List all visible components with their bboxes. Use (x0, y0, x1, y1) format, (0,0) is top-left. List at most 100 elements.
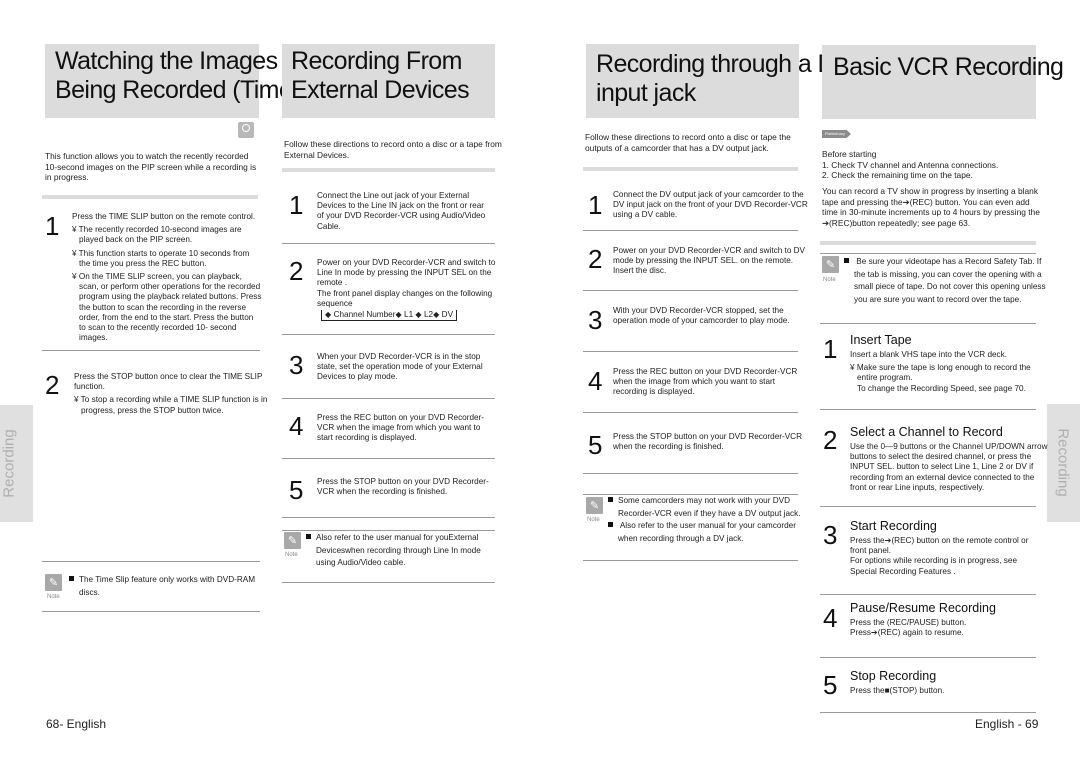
divider (583, 230, 798, 231)
divider (282, 530, 495, 531)
step-instruction: With your DVD Recorder-VCR stopped, set … (613, 306, 790, 326)
note-item: The Time Slip feature only works with DV… (69, 574, 264, 599)
note-item: Also refer to the user manual for your c… (608, 520, 813, 545)
step-number: 1 (45, 211, 60, 241)
step-number: 4 (588, 366, 603, 396)
divider (282, 334, 495, 335)
note-pencil-icon: ✎ (822, 256, 839, 273)
step-bullet: ¥ Make sure the tape is long enough to r… (850, 363, 1031, 383)
step-instruction: Press the TIME SLIP button on the remote… (72, 212, 256, 221)
step-number: 2 (45, 370, 60, 400)
divider (282, 168, 495, 172)
step-number: 2 (289, 256, 304, 286)
divider (820, 409, 1036, 410)
step-number: 1 (289, 190, 304, 220)
step-text: Press the REC button on your DVD Recorde… (613, 367, 811, 401)
step-text: When your DVD Recorder-VCR is in the sto… (317, 352, 497, 386)
step-text: Press the REC button on your DVD Recorde… (317, 413, 497, 447)
note-label: Note (587, 517, 600, 523)
step-line: Press the (REC/PAUSE) button. (850, 618, 967, 627)
before-line: Before starting (822, 149, 877, 159)
step-text: Stop Recording Press the■(STOP) button. (850, 669, 1045, 699)
bullet-square-icon (844, 258, 849, 263)
divider (583, 473, 798, 474)
divider (282, 458, 495, 459)
side-tab-label: Recording (1054, 428, 1072, 497)
page-number-right: English - 69 (975, 717, 1039, 731)
bullet-square-icon (608, 522, 613, 527)
bullet-square-icon (306, 534, 311, 539)
note-text: Also refer to the user manual for youExt… (306, 532, 496, 570)
dvd-ram-disc-icon (238, 122, 254, 138)
step-text: Pause/Resume Recording Press the (REC/PA… (850, 601, 1045, 641)
step-instruction: When your DVD Recorder-VCR is in the sto… (317, 352, 483, 382)
note-item-text: Also refer to the user manual for your c… (618, 521, 796, 543)
step-text: Press the STOP button on your DVD Record… (317, 477, 502, 500)
step-text: Connect the Line out jack of your Extern… (317, 191, 492, 235)
divider (583, 290, 798, 291)
note-label: Note (47, 594, 60, 600)
step-text: Select a Channel to Record Use the 0—9 b… (850, 425, 1048, 496)
step-bullet: ¥ To stop a recording while a TIME SLIP … (74, 395, 268, 415)
step-title: Stop Recording (850, 669, 937, 683)
side-tab-left: Recording (0, 405, 33, 522)
step-number: 4 (823, 603, 838, 633)
divider (583, 412, 798, 413)
divider (42, 561, 260, 562)
step-title: Pause/Resume Recording (850, 601, 996, 615)
step-line: Press➔(REC) again to resume. (850, 628, 964, 638)
step-instruction: Connect the DV output jack of your camco… (613, 190, 808, 220)
step-text: Power on your DVD Recorder-VCR and switc… (613, 246, 808, 280)
step-instruction: Power on your DVD Recorder-VCR and switc… (613, 246, 806, 276)
step-line: For options while recording is in progre… (850, 556, 1018, 576)
step-number: 5 (823, 670, 838, 700)
preliminary-badge: Preliminary (822, 130, 852, 138)
divider (820, 241, 1036, 245)
step-line: Press the■(STOP) button. (850, 686, 945, 695)
step-bullet: ¥ The recently recorded 10-second images… (72, 225, 242, 245)
step-text: Press the TIME SLIP button on the remote… (72, 212, 262, 346)
divider (282, 517, 495, 518)
side-tab-right: Recording (1047, 404, 1080, 522)
note-item-text: The Time Slip feature only works with DV… (79, 575, 256, 597)
step-number: 4 (289, 411, 304, 441)
step-title: Insert Tape (850, 333, 912, 347)
step-number: 5 (588, 430, 603, 460)
step-line: Use the 0—9 buttons or the Channel UP/DO… (850, 442, 1048, 492)
step-instruction: Power on your DVD Recorder-VCR and switc… (317, 258, 496, 288)
step-instruction: Press the REC button on your DVD Recorde… (317, 413, 485, 443)
step-number: 2 (823, 425, 838, 455)
step-number: 2 (588, 244, 603, 274)
section-intro: You can record a TV show in progress by … (822, 186, 1040, 228)
step-number: 5 (289, 475, 304, 505)
bullet-square-icon (69, 576, 74, 581)
divider (820, 323, 1036, 324)
step-line: Press the➔(REC) button on the remote con… (850, 536, 1029, 556)
step-bullet: ¥ On the TIME SLIP screen, you can playb… (72, 272, 262, 343)
note-item-text: Also refer to the user manual for youExt… (316, 533, 481, 567)
step-instruction: Press the STOP button on your DVD Record… (317, 477, 489, 497)
divider (282, 243, 495, 244)
step-line: Insert a blank VHS tape into the VCR dec… (850, 350, 1008, 359)
section-intro: Follow these directions to record onto a… (284, 139, 502, 160)
note-pencil-icon: ✎ (45, 574, 62, 591)
divider (820, 594, 1036, 595)
before-line: 1. Check TV channel and Antenna connecti… (822, 159, 999, 170)
before-line: 2. Check the remaining time on the tape. (822, 170, 973, 181)
before-starting: Before starting 1. Check TV channel and … (822, 149, 1042, 181)
section-intro: This function allows you to watch the re… (45, 151, 257, 183)
note-text: The Time Slip feature only works with DV… (69, 574, 264, 599)
step-instruction: Press the STOP button once to clear the … (74, 372, 263, 392)
divider (282, 398, 495, 399)
note-label: Note (823, 277, 836, 283)
section-title: Recording From External Devices (291, 47, 470, 104)
step-text: Power on your DVD Recorder-VCR and switc… (317, 258, 497, 322)
note-item: Also refer to the user manual for youExt… (306, 532, 496, 570)
section-intro: Follow these directions to record onto a… (585, 132, 791, 153)
display-sequence: ◆ Channel Number◆ L1 ◆ L2◆ DV (321, 310, 497, 322)
section-title: Basic VCR Recording (833, 53, 1064, 81)
bullet-square-icon (608, 497, 613, 502)
step-text: Start Recording Press the➔(REC) button o… (850, 519, 1045, 580)
side-tab-label: Recording (0, 429, 18, 498)
note-text: Be sure your videotape has a Record Safe… (844, 256, 1050, 306)
